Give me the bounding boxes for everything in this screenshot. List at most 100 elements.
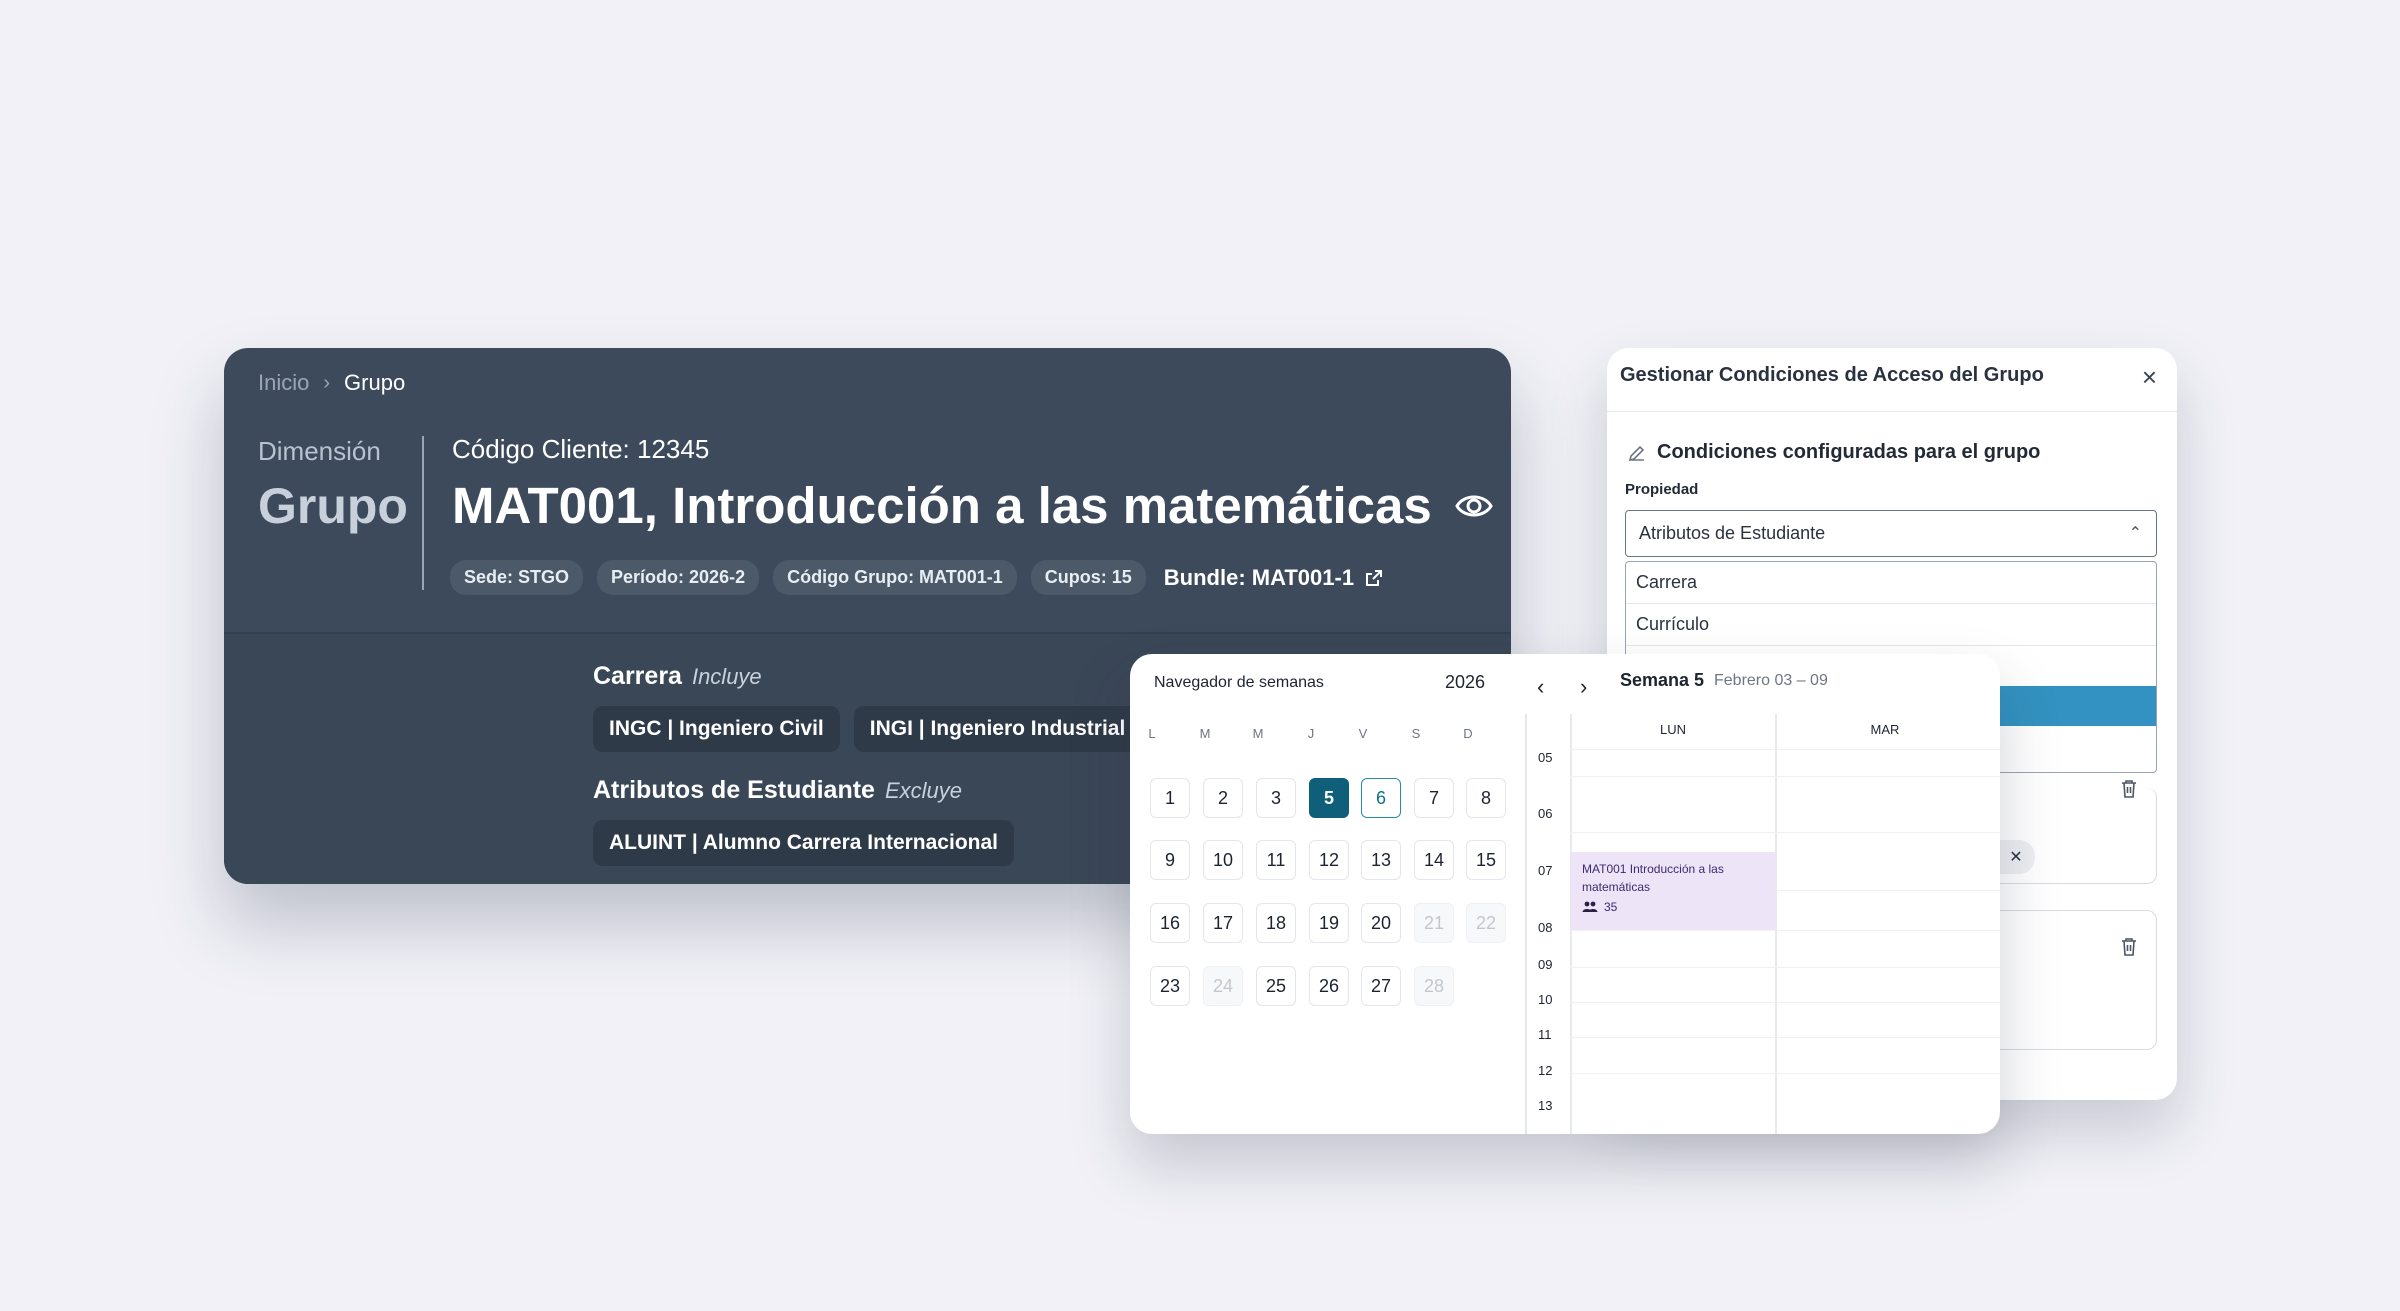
grid-line [1570,1002,2000,1003]
hour-label: 06 [1538,806,1553,821]
close-icon[interactable]: × [2142,364,2157,390]
hour-label: 07 [1538,863,1553,878]
day-cell[interactable]: 12 [1309,840,1349,880]
grid-line [1570,832,2000,833]
breadcrumb-home[interactable]: Inicio [258,370,309,396]
client-code: Código Cliente: 12345 [452,434,710,464]
day-cell-disabled: 24 [1203,966,1243,1006]
chevron-right-icon[interactable]: › [1580,674,1587,700]
weekday-header: M [1252,726,1264,741]
navigator-year: 2026 [1445,672,1486,692]
condition-title-carrera: Carrera Incluye [593,662,762,691]
meta-chip-sede: Sede: STGO [450,560,584,595]
condition-name: Carrera [593,662,682,690]
condition-pills-carrera: INGC | Ingeniero Civil INGI | Ingeniero … [593,706,1142,752]
day-cell[interactable]: 15 [1466,840,1506,880]
day-cell-selected[interactable]: 5 [1309,778,1349,818]
bundle-label: Bundle: MAT001-1 [1163,564,1355,590]
trash-icon[interactable] [2119,936,2139,963]
navigator-title: Navegador de semanas [1154,674,1324,691]
day-cell[interactable]: 1 [1150,778,1190,818]
chevron-left-icon[interactable]: ‹ [1537,674,1544,700]
group-title-text: MAT001, Introducción a las matemáticas [452,477,1432,534]
modal-header: Gestionar Condiciones de Acceso del Grup… [1607,348,2177,412]
event-title: MAT001 Introducción a las matemáticas [1582,862,1724,894]
day-cell[interactable]: 3 [1256,778,1296,818]
condition-pill: INGC | Ingeniero Civil [593,706,840,752]
weekday-header: V [1358,726,1368,741]
option-carrera[interactable]: Carrera [1626,562,2156,604]
day-cell[interactable]: 13 [1361,840,1401,880]
day-cell[interactable]: 11 [1256,840,1296,880]
grid-line [1570,1073,2000,1074]
day-cell[interactable]: 2 [1203,778,1243,818]
dimension-block: Dimensión Grupo [258,436,408,535]
day-cell[interactable]: 10 [1203,840,1243,880]
hour-label: 08 [1538,920,1553,935]
breadcrumb-current: Grupo [344,370,406,395]
day-cell[interactable]: 16 [1150,903,1190,943]
meta-chip-periodo: Período: 2026-2 [597,560,760,595]
day-cell[interactable]: 9 [1150,840,1190,880]
condition-name: Atributos de Estudiante [593,776,875,804]
property-select[interactable]: Atributos de Estudiante ⌃ [1625,510,2157,557]
day-cell[interactable]: 20 [1361,903,1401,943]
hour-label: 09 [1538,957,1553,972]
day-cell[interactable]: 27 [1361,966,1401,1006]
event-attendees: 35 [1582,900,1763,914]
close-icon[interactable]: ✕ [2009,847,2022,867]
day-cell[interactable]: 17 [1203,903,1243,943]
day-cell[interactable]: 19 [1309,903,1349,943]
hour-label: 05 [1538,750,1553,765]
hour-label: 13 [1538,1098,1553,1113]
grid-line [1570,930,2000,931]
property-label: Propiedad [1625,481,1699,498]
breadcrumb: Inicio › Grupo [258,370,405,396]
weekday-header: D [1463,726,1473,741]
bundle-link[interactable]: Bundle: MAT001-1 [1164,565,1384,591]
meta-row: Sede: STGO Período: 2026-2 Código Grupo:… [450,560,1384,595]
weekday-header: J [1307,726,1315,741]
day-cell-today[interactable]: 6 [1361,778,1401,818]
weekday-header: S [1411,726,1421,741]
day-cell[interactable]: 7 [1414,778,1454,818]
external-link-icon [1366,569,1383,586]
grid-line [1570,967,2000,968]
day-cell-disabled: 22 [1466,903,1506,943]
day-cell[interactable]: 23 [1150,966,1190,1006]
day-cell[interactable]: 25 [1256,966,1296,1006]
weekday-header: M [1199,726,1211,741]
eye-icon[interactable] [1454,486,1494,526]
condition-mode: Excluye [884,778,963,803]
grid-line [1775,714,1777,1134]
page-title: MAT001, Introducción a las matemáticas [452,476,1494,535]
chevron-right-icon: › [323,371,331,394]
calendar-event[interactable]: MAT001 Introducción a las matemáticas 35 [1570,852,1775,930]
week-label: Semana 5 [1620,670,1705,690]
hour-label: 10 [1538,992,1553,1007]
day-cell[interactable]: 18 [1256,903,1296,943]
vertical-divider [422,436,424,590]
pencil-icon [1628,445,1645,461]
day-cell[interactable]: 8 [1466,778,1506,818]
condition-pill: ALUINT | Alumno Carrera Internacional [593,820,1014,866]
day-column-header-mar: MAR [1870,722,1900,737]
day-cell[interactable]: 26 [1309,966,1349,1006]
chevron-up-icon: ⌃ [2128,525,2142,542]
day-cell[interactable]: 14 [1414,840,1454,880]
day-column-header-lun: LUN [1659,722,1686,737]
day-cell-disabled: 21 [1414,903,1454,943]
hour-label: 12 [1538,1063,1553,1078]
weekday-header: L [1148,726,1156,741]
option-curriculo[interactable]: Currículo [1626,604,2156,646]
modal-title: Gestionar Condiciones de Acceso del Grup… [1620,364,2044,386]
week-range: Febrero 03 – 09 [1714,672,1828,689]
users-icon [1582,901,1598,912]
grid-line [1570,1037,2000,1038]
condition-pill: INGI | Ingeniero Industrial [853,706,1142,752]
meta-chip-codigo-grupo: Código Grupo: MAT001-1 [773,560,1017,595]
event-count: 35 [1604,900,1618,914]
dimension-value: Grupo [258,478,408,534]
dimension-label: Dimensión [258,436,381,466]
trash-icon[interactable] [2119,778,2139,805]
